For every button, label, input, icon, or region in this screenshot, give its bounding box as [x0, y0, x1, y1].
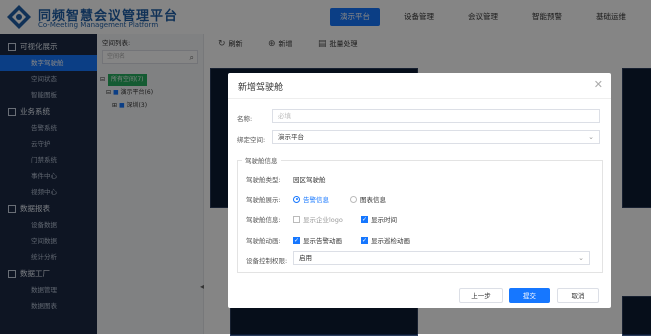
add-cockpit-dialog: 新增驾驶舱 ✕ 名称: 必填 绑定空间: 演示平台 ⌄ 驾驶舱信息 驾驶舱类型: … [228, 73, 611, 308]
display-option-chart[interactable]: 图表信息 [350, 194, 386, 204]
dialog-title: 新增驾驶舱 [238, 83, 284, 93]
checkbox[interactable]: ✓ [361, 215, 368, 223]
info-label: 驾驶舱信息: [246, 216, 281, 224]
space-select[interactable]: 演示平台 ⌄ [272, 130, 600, 144]
radio-button[interactable] [350, 195, 357, 203]
cancel-button[interactable]: 取消 [557, 288, 599, 303]
radio-button[interactable] [293, 195, 300, 203]
submit-button[interactable]: 提交 [509, 288, 550, 303]
name-input[interactable]: 必填 [272, 109, 600, 123]
name-label: 名称: [237, 115, 253, 123]
space-label: 绑定空间: [237, 136, 266, 144]
show-alarm-anim-option[interactable]: ✓ 显示告警动画 [293, 235, 342, 245]
section-title: 驾驶舱信息 [242, 155, 281, 165]
divider [228, 98, 611, 99]
checkbox[interactable] [293, 215, 300, 223]
chevron-down-icon: ⌄ [588, 133, 594, 141]
checkbox[interactable]: ✓ [293, 236, 300, 244]
control-label: 设备控制权限: [246, 257, 288, 265]
chevron-down-icon: ⌄ [578, 254, 584, 262]
display-option-alarm[interactable]: 告警信息 [293, 194, 329, 204]
show-logo-option[interactable]: 显示企业logo [293, 214, 343, 224]
anim-label: 驾驶舱动画: [246, 237, 281, 245]
checkbox[interactable]: ✓ [361, 236, 368, 244]
close-icon[interactable]: ✕ [594, 78, 603, 91]
display-label: 驾驶舱展示: [246, 196, 281, 204]
type-label: 驾驶舱类型: [246, 176, 281, 184]
show-time-option[interactable]: ✓ 显示时间 [361, 214, 397, 224]
prev-button[interactable]: 上一步 [459, 288, 503, 303]
type-value: 园区驾驶舱 [293, 176, 326, 184]
control-select[interactable]: 启用 ⌄ [293, 251, 590, 265]
show-patrol-anim-option[interactable]: ✓ 显示巡检动画 [361, 235, 410, 245]
